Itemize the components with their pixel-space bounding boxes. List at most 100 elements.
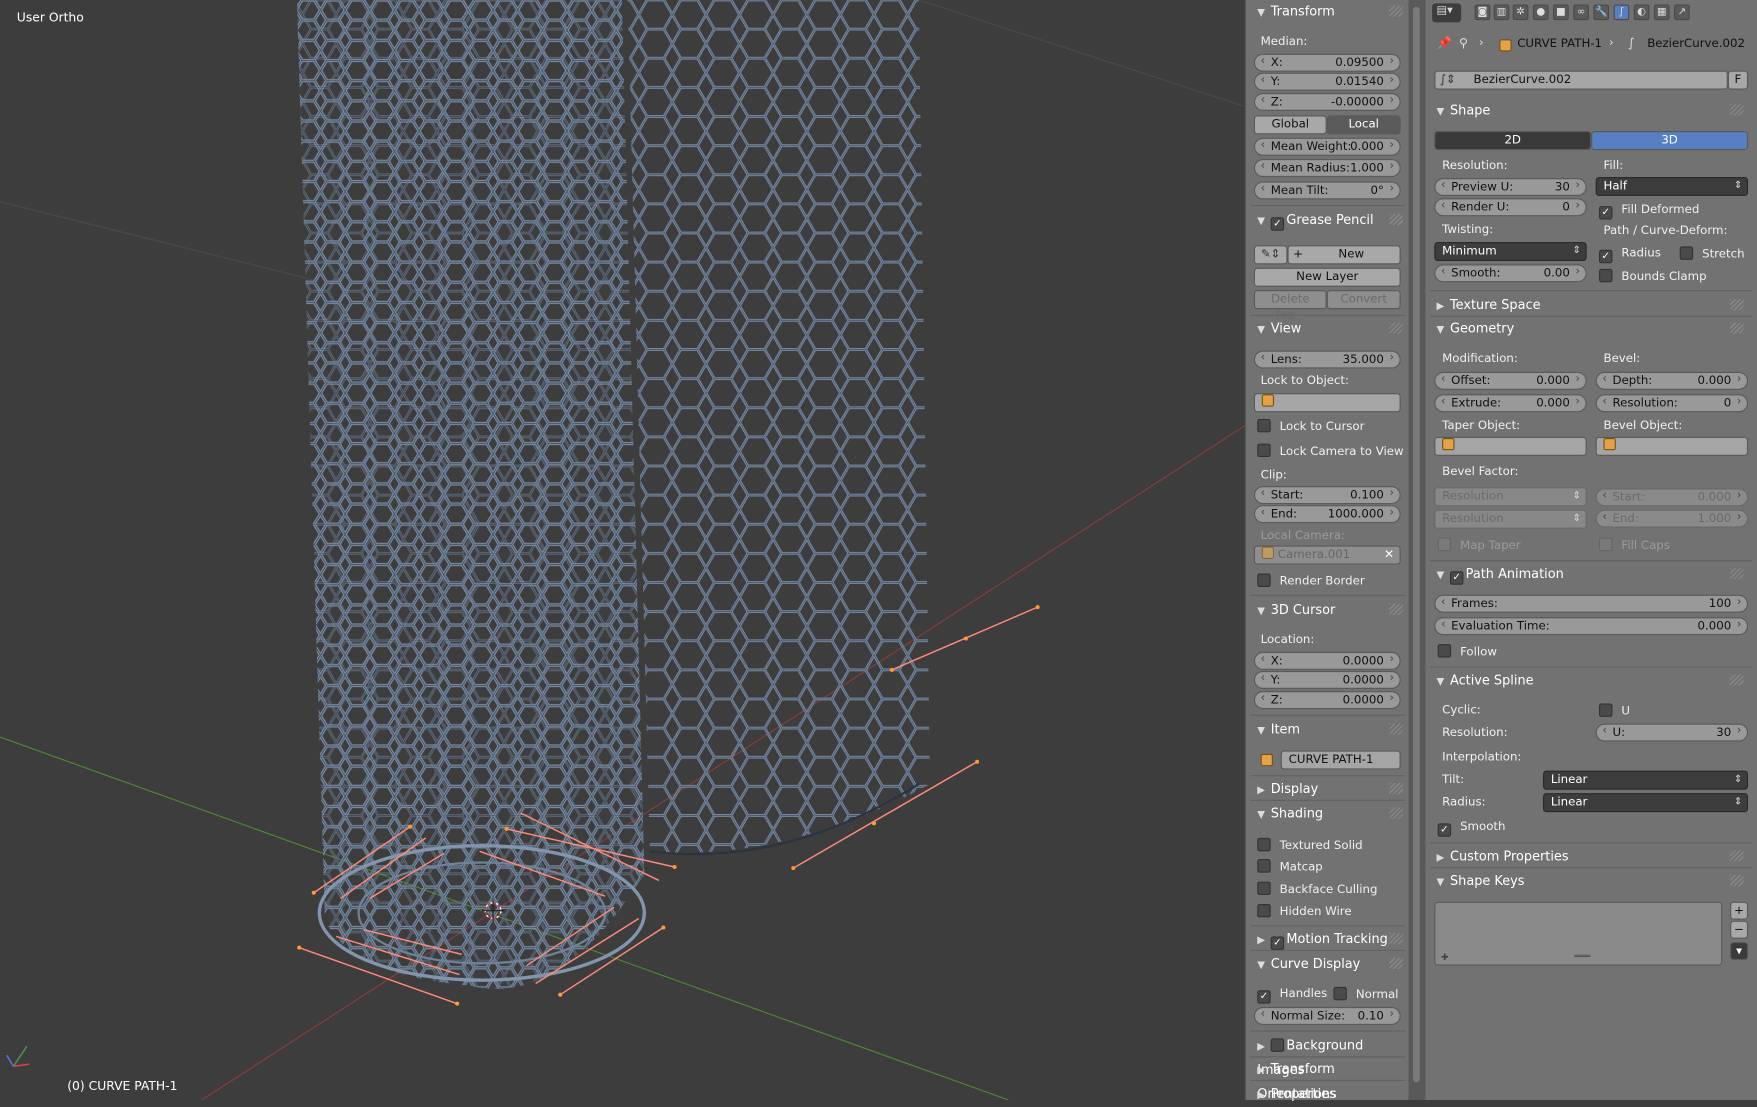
world-tab-icon[interactable]: ● <box>1532 4 1549 21</box>
panel-grip-icon[interactable] <box>1389 5 1403 17</box>
cursor-z-field[interactable]: Z:0.0000 <box>1253 691 1401 710</box>
render-border-checkbox[interactable]: Render Border <box>1257 573 1365 590</box>
list-filter-icon[interactable]: ✚ <box>1441 952 1449 962</box>
clip-start-field[interactable]: Start:0.100 <box>1253 486 1401 505</box>
panel-header-shape[interactable]: ▼ Shape <box>1437 99 1751 121</box>
material-tab-icon[interactable]: ◐ <box>1633 4 1650 21</box>
panel-header-shape-keys[interactable]: ▼ Shape Keys <box>1437 869 1751 891</box>
editor-type-menu[interactable]: ▤▾ <box>1432 3 1462 23</box>
scrollbar[interactable] <box>1413 6 1420 1083</box>
cursor-y-field[interactable]: Y:0.0000 <box>1253 670 1401 689</box>
twisting-dropdown[interactable]: Minimum <box>1434 241 1587 261</box>
lock-object-field[interactable] <box>1253 393 1401 413</box>
constraints-tab-icon[interactable]: ∞ <box>1573 4 1589 21</box>
panel-header-background-images[interactable]: ▶ Background Images <box>1257 1034 1409 1077</box>
median-z-field[interactable]: Z:-0.00000 <box>1253 92 1401 111</box>
mean-weight-field[interactable]: Mean Weight:0.000 <box>1253 137 1401 156</box>
panel-grip-icon[interactable] <box>1389 322 1403 334</box>
render-u-field[interactable]: Render U:0 <box>1434 198 1587 217</box>
smooth-checkbox[interactable]: ✓ Smooth <box>1437 820 1505 837</box>
panel-grip-icon[interactable] <box>1389 723 1403 735</box>
preview-u-field[interactable]: Preview U:30 <box>1434 178 1587 197</box>
stretch-checkbox[interactable]: Stretch <box>1679 246 1745 262</box>
global-toggle[interactable]: Global <box>1253 115 1327 135</box>
clear-x-icon[interactable]: ✕ <box>1384 547 1394 564</box>
bevel-depth-field[interactable]: Depth:0.000 <box>1595 371 1749 390</box>
normal-size-field[interactable]: Normal Size:0.10 <box>1253 1007 1401 1025</box>
panel-header-custom-properties[interactable]: ▶ Custom Properties <box>1437 845 1751 867</box>
background-images-checkbox[interactable] <box>1270 1038 1293 1053</box>
render-layers-tab-icon[interactable]: ▥ <box>1493 4 1510 21</box>
smooth-field[interactable]: Smooth:0.00 <box>1434 264 1587 283</box>
tilt-interpolation-dropdown[interactable]: Linear <box>1542 770 1749 790</box>
pin-icon[interactable]: 📌 <box>1437 36 1452 51</box>
resolution-u-field[interactable]: U:30 <box>1595 723 1749 742</box>
hidden-wire-checkbox[interactable]: Hidden Wire <box>1257 903 1352 920</box>
lock-camera-checkbox[interactable]: Lock Camera to View <box>1257 443 1404 460</box>
panel-header-view[interactable]: ▼ View <box>1257 317 1409 339</box>
handles-checkbox[interactable]: ✓ Handles <box>1257 987 1327 1004</box>
object-name-field[interactable]: CURVE PATH-1 <box>1280 750 1401 770</box>
viewport-canvas[interactable] <box>0 0 1245 1100</box>
breadcrumb-data[interactable]: BezierCurve.002 <box>1647 37 1745 50</box>
panel-grip-icon[interactable] <box>1730 850 1744 862</box>
path-animation-checkbox[interactable]: ✓ <box>1449 568 1472 585</box>
panel-grip-icon[interactable] <box>1389 603 1403 615</box>
backface-culling-checkbox[interactable]: Backface Culling <box>1257 881 1377 898</box>
shape-2d-button[interactable]: 2D <box>1434 131 1592 151</box>
fill-dropdown[interactable]: Half <box>1595 176 1749 197</box>
bevel-end-mapping-dropdown[interactable]: Resolution <box>1434 509 1587 529</box>
bounds-clamp-checkbox[interactable]: Bounds Clamp <box>1599 268 1707 285</box>
median-x-field[interactable]: X:0.09500 <box>1253 53 1401 72</box>
panel-header-3d-cursor[interactable]: ▼ 3D Cursor <box>1257 598 1409 620</box>
editor-divider[interactable] <box>1408 0 1426 1100</box>
panel-grip-icon[interactable] <box>1730 567 1744 580</box>
bevel-object-field[interactable] <box>1595 436 1749 456</box>
panel-grip-icon[interactable] <box>1730 104 1744 116</box>
add-shape-key-button[interactable]: + <box>1730 901 1749 920</box>
local-toggle[interactable]: Local <box>1326 115 1401 135</box>
textured-solid-checkbox[interactable]: Textured Solid <box>1257 837 1363 854</box>
lens-field[interactable]: Lens:35.000 <box>1253 350 1401 369</box>
panel-header-properties[interactable]: ▶ Properties <box>1257 1082 1409 1104</box>
bevel-start-field[interactable]: Start:0.000 <box>1595 488 1749 507</box>
grease-pencil-new-button[interactable]: + New <box>1287 245 1401 265</box>
shape-key-specials-button[interactable]: ▾ <box>1730 942 1749 960</box>
breadcrumb-object[interactable]: CURVE PATH-1 <box>1517 37 1602 50</box>
panel-grip-icon[interactable] <box>1389 807 1403 819</box>
panel-header-geometry[interactable]: ▼ Geometry <box>1437 317 1751 339</box>
fill-caps-checkbox[interactable]: Fill Caps <box>1599 537 1670 554</box>
taper-object-field[interactable] <box>1434 436 1587 456</box>
bevel-start-mapping-dropdown[interactable]: Resolution <box>1434 487 1587 507</box>
panel-header-curve-display[interactable]: ▼ Curve Display <box>1257 952 1409 974</box>
bevel-resolution-field[interactable]: Resolution:0 <box>1595 394 1749 413</box>
physics-tab-icon[interactable]: ↗ <box>1674 4 1690 21</box>
panel-grip-icon[interactable] <box>1730 322 1744 334</box>
panel-grip-icon[interactable] <box>1389 782 1403 795</box>
panel-grip-icon[interactable] <box>1730 674 1744 686</box>
cursor-x-field[interactable]: X:0.0000 <box>1253 651 1401 670</box>
panel-header-motion-tracking[interactable]: ▶ ✓ Motion Tracking <box>1257 927 1409 950</box>
list-resize-grip-icon[interactable]: ═══ <box>1574 951 1590 961</box>
bevel-end-field[interactable]: End:1.000 <box>1595 509 1749 528</box>
remove-shape-key-button[interactable]: − <box>1730 920 1749 939</box>
mean-radius-field[interactable]: Mean Radius:1.000 <box>1253 159 1401 177</box>
map-taper-checkbox[interactable]: Map Taper <box>1437 537 1521 554</box>
clip-end-field[interactable]: End:1000.000 <box>1253 505 1401 524</box>
texture-tab-icon[interactable]: ▦ <box>1653 4 1670 21</box>
panel-grip-icon[interactable] <box>1389 213 1403 226</box>
panel-header-texture-space[interactable]: ▶ Texture Space <box>1437 293 1751 315</box>
panel-grip-icon[interactable] <box>1389 933 1403 945</box>
lock-to-cursor-checkbox[interactable]: Lock to Cursor <box>1257 418 1364 435</box>
grease-pencil-checkbox[interactable]: ✓ <box>1270 214 1293 231</box>
curve-data-tab-icon[interactable]: ∫ <box>1613 4 1630 21</box>
modifiers-tab-icon[interactable]: 🔧 <box>1593 4 1610 21</box>
convert-button[interactable]: Convert <box>1326 290 1401 310</box>
mean-tilt-field[interactable]: Mean Tilt:0° <box>1253 181 1401 200</box>
new-layer-button[interactable]: New Layer <box>1253 267 1401 287</box>
follow-checkbox[interactable]: Follow <box>1437 644 1497 660</box>
evaluation-time-field[interactable]: Evaluation Time:0.000 <box>1434 617 1749 636</box>
curve-datablock-field[interactable]: ∫⇕ BezierCurve.002 <box>1434 70 1728 90</box>
fake-user-button[interactable]: F <box>1727 70 1749 90</box>
shape-keys-list[interactable]: ═══ ✚ <box>1434 901 1723 966</box>
